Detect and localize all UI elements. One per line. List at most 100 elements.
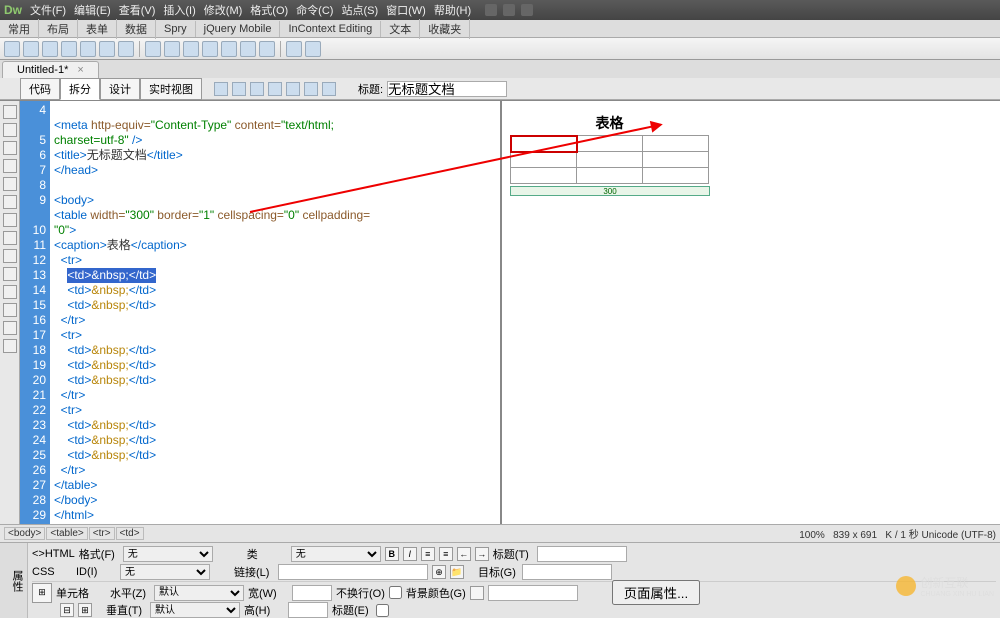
tool-icon[interactable] [80, 41, 96, 57]
menu-modify[interactable]: 修改(M) [204, 2, 243, 18]
tool-icon[interactable] [183, 41, 199, 57]
zoom-value[interactable]: 100% [799, 530, 825, 541]
layout-icon[interactable] [485, 4, 497, 16]
mini-tool-icon[interactable] [286, 82, 300, 96]
color-swatch[interactable] [470, 586, 484, 600]
tab-jquery[interactable]: jQuery Mobile [196, 21, 281, 37]
tool-icon[interactable] [305, 41, 321, 57]
crumb-tr[interactable]: <tr> [89, 527, 115, 540]
title2-input[interactable] [537, 546, 627, 562]
menu-format[interactable]: 格式(O) [250, 2, 288, 18]
vert-select[interactable]: 默认 [150, 602, 240, 618]
code-tool-icon[interactable] [3, 159, 17, 173]
menu-view[interactable]: 查看(V) [119, 2, 156, 18]
menu-commands[interactable]: 命令(C) [296, 2, 333, 18]
tool-icon[interactable] [42, 41, 58, 57]
italic-button[interactable]: I [403, 547, 417, 561]
code-tool-icon[interactable] [3, 321, 17, 335]
tool-icon[interactable] [240, 41, 256, 57]
view-live-button[interactable]: 实时视图 [140, 78, 202, 100]
selected-code[interactable]: <td>&nbsp;</td> [67, 268, 156, 283]
nowrap-checkbox[interactable] [389, 586, 402, 599]
layout-icon[interactable] [521, 4, 533, 16]
code-tool-icon[interactable] [3, 141, 17, 155]
code-tool-icon[interactable] [3, 231, 17, 245]
link-input[interactable] [278, 564, 428, 580]
tool-icon[interactable] [118, 41, 134, 57]
height-input[interactable] [288, 602, 328, 618]
tab-layout[interactable]: 布局 [39, 19, 78, 39]
code-tool-icon[interactable] [3, 267, 17, 281]
menu-window[interactable]: 窗口(W) [386, 2, 426, 18]
code-tool-icon[interactable] [3, 105, 17, 119]
page-properties-button[interactable]: 页面属性... [612, 580, 700, 605]
bold-button[interactable]: B [385, 547, 399, 561]
merge-icon[interactable]: ⊟ [60, 603, 74, 617]
list-button[interactable]: ≡ [439, 547, 453, 561]
preview-cell[interactable] [643, 136, 709, 152]
tool-icon[interactable] [145, 41, 161, 57]
split-icon[interactable]: ⊞ [78, 603, 92, 617]
tool-icon[interactable] [259, 41, 275, 57]
mini-tool-icon[interactable] [214, 82, 228, 96]
code-tool-icon[interactable] [3, 213, 17, 227]
format-select[interactable]: 无 [123, 546, 213, 562]
tab-incontext[interactable]: InContext Editing [280, 21, 381, 37]
tool-icon[interactable] [164, 41, 180, 57]
folder-icon[interactable]: 📁 [450, 565, 464, 579]
close-icon[interactable]: × [77, 64, 83, 76]
view-design-button[interactable]: 设计 [100, 78, 140, 100]
mini-tool-icon[interactable] [232, 82, 246, 96]
crumb-td[interactable]: <td> [116, 527, 144, 540]
preview-cell[interactable] [577, 168, 643, 184]
preview-cell[interactable] [511, 168, 577, 184]
document-tab[interactable]: Untitled-1* × [2, 61, 99, 78]
preview-cell[interactable] [643, 168, 709, 184]
tab-forms[interactable]: 表单 [78, 19, 117, 39]
indent-button[interactable]: → [475, 547, 489, 561]
tool-icon[interactable] [4, 41, 20, 57]
list-button[interactable]: ≡ [421, 547, 435, 561]
tool-icon[interactable] [286, 41, 302, 57]
code-editor[interactable]: <meta http-equiv="Content-Type" content=… [50, 101, 500, 524]
id-select[interactable]: 无 [120, 564, 210, 580]
width-input[interactable] [292, 585, 332, 601]
mini-tool-icon[interactable] [250, 82, 264, 96]
view-split-button[interactable]: 拆分 [60, 78, 100, 100]
mini-tool-icon[interactable] [304, 82, 318, 96]
link-browse-icon[interactable]: ⊕ [432, 565, 446, 579]
tab-text[interactable]: 文本 [381, 19, 420, 39]
indent-button[interactable]: ← [457, 547, 471, 561]
preview-cell[interactable] [577, 136, 643, 152]
code-tool-icon[interactable] [3, 249, 17, 263]
menu-insert[interactable]: 插入(I) [163, 2, 195, 18]
tool-icon[interactable] [221, 41, 237, 57]
class-select[interactable]: 无 [291, 546, 381, 562]
horiz-select[interactable]: 默认 [154, 585, 244, 601]
tab-fav[interactable]: 收藏夹 [420, 19, 470, 39]
menu-help[interactable]: 帮助(H) [434, 2, 471, 18]
tab-common[interactable]: 常用 [0, 19, 39, 39]
tab-data[interactable]: 数据 [117, 19, 156, 39]
header-checkbox[interactable] [376, 604, 389, 617]
tool-icon[interactable] [202, 41, 218, 57]
code-tool-icon[interactable] [3, 285, 17, 299]
title-input[interactable] [387, 81, 507, 97]
code-tool-icon[interactable] [3, 177, 17, 191]
tool-icon[interactable] [99, 41, 115, 57]
code-tool-icon[interactable] [3, 195, 17, 209]
code-tool-icon[interactable] [3, 123, 17, 137]
crumb-body[interactable]: <body> [4, 527, 45, 540]
tool-icon[interactable] [61, 41, 77, 57]
menu-file[interactable]: 文件(F) [30, 2, 66, 18]
tab-spry[interactable]: Spry [156, 21, 196, 37]
menu-edit[interactable]: 编辑(E) [74, 2, 111, 18]
preview-cell[interactable] [577, 152, 643, 168]
code-tool-icon[interactable] [3, 339, 17, 353]
mini-tool-icon[interactable] [268, 82, 282, 96]
layout-icon[interactable] [503, 4, 515, 16]
code-tool-icon[interactable] [3, 303, 17, 317]
tool-icon[interactable] [23, 41, 39, 57]
mini-tool-icon[interactable] [322, 82, 336, 96]
target-input[interactable] [522, 564, 612, 580]
